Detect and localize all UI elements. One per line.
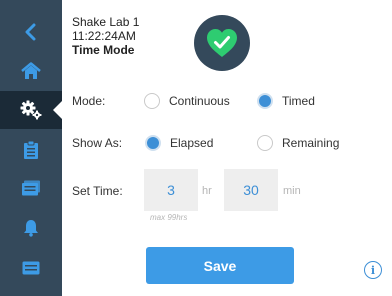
mode-continuous-label[interactable]: Continuous — [169, 94, 230, 108]
hours-input[interactable]: 3 — [144, 169, 198, 211]
show-elapsed-label[interactable]: Elapsed — [170, 136, 213, 150]
set-time-label: Set Time: — [72, 184, 123, 198]
bell-icon — [24, 220, 38, 237]
sidebar-item-alarms[interactable] — [0, 209, 62, 247]
back-button[interactable] — [0, 13, 62, 51]
sidebar-item-log[interactable] — [0, 131, 62, 169]
info-icon[interactable]: i — [364, 261, 382, 279]
save-button[interactable]: Save — [146, 247, 294, 284]
settings-gears-icon — [20, 100, 42, 120]
mode-label: Mode: — [72, 94, 106, 108]
hours-unit: hr — [202, 185, 212, 197]
programs-icon — [22, 180, 40, 196]
sidebar-item-settings[interactable] — [0, 91, 62, 129]
mode-title: Time Mode — [72, 43, 135, 57]
heart-check-icon — [207, 29, 237, 57]
show-elapsed-radio[interactable] — [145, 135, 161, 151]
card-icon — [22, 261, 40, 275]
max-hours-hint: max 99hrs — [150, 213, 188, 222]
clipboard-icon — [24, 140, 38, 159]
sidebar — [0, 0, 62, 296]
show-as-label: Show As: — [72, 136, 123, 150]
show-remaining-radio[interactable] — [257, 135, 273, 151]
mode-timed-radio[interactable] — [257, 93, 273, 109]
mode-continuous-radio[interactable] — [144, 93, 160, 109]
current-time: 11:22:24AM — [72, 29, 136, 43]
device-name: Shake Lab 1 — [72, 15, 140, 29]
device-header: Shake Lab 1 11:22:24AM Time Mode — [72, 15, 139, 57]
sidebar-item-card[interactable] — [0, 249, 62, 287]
mode-timed-label[interactable]: Timed — [282, 94, 315, 108]
show-remaining-label[interactable]: Remaining — [282, 136, 339, 150]
sidebar-item-home[interactable] — [0, 52, 62, 90]
home-icon — [21, 62, 41, 79]
chevron-left-icon — [25, 23, 36, 41]
status-indicator — [194, 15, 250, 71]
minutes-unit: min — [283, 185, 301, 197]
minutes-input[interactable]: 30 — [224, 169, 278, 211]
sidebar-item-programs[interactable] — [0, 169, 62, 207]
